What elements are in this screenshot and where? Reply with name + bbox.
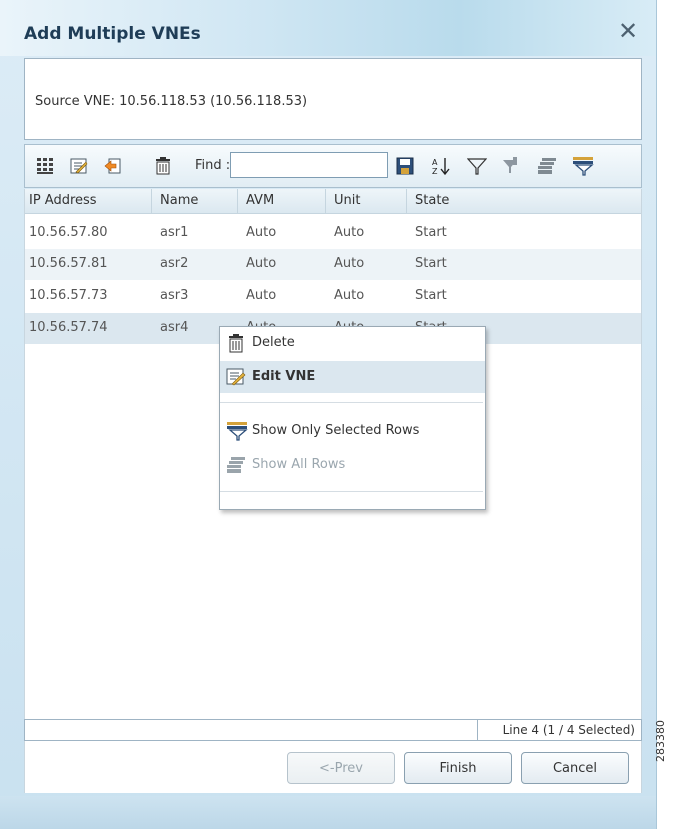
status-bar: Line 4 (1 / 4 Selected) [24,719,642,741]
show-all-rows-icon[interactable] [535,154,559,178]
finish-button[interactable]: Finish [404,752,512,784]
source-vne-label: Source VNE: 10.56.118.53 (10.56.118.53) [35,94,308,109]
cell-unit: Auto [334,288,365,303]
edit-icon[interactable] [67,154,91,178]
dialog-title: Add Multiple VNEs [24,24,201,44]
dialog-footer: <-Prev Finish Cancel [24,741,642,793]
cancel-button[interactable]: Cancel [521,752,629,784]
svg-text:A: A [432,158,438,167]
prev-button[interactable]: <-Prev [287,752,395,784]
cell-ip: 10.56.57.74 [29,320,108,335]
status-divider [477,720,478,740]
filter-clear-icon[interactable] [499,154,523,178]
menu-item-edit-vne[interactable]: Edit VNE [220,361,485,393]
dialog-bottom-border [0,796,656,829]
cell-state: Start [415,288,447,303]
cell-name: asr3 [160,288,189,303]
cell-name: asr2 [160,256,189,271]
column-header-avm[interactable]: AVM [246,193,274,208]
column-divider [406,189,407,213]
cell-ip: 10.56.57.73 [29,288,108,303]
menu-item-label: Delete [252,335,295,350]
edit-icon [226,367,246,387]
menu-item-delete[interactable]: Delete [220,327,485,359]
find-input[interactable] [230,152,388,178]
column-header-state[interactable]: State [415,193,449,208]
table-row[interactable]: 10.56.57.73 asr3 Auto Auto Start [25,281,641,312]
cell-ip: 10.56.57.81 [29,256,108,271]
cell-avm: Auto [246,288,277,303]
column-divider [325,189,326,213]
columns-icon[interactable] [33,154,57,178]
column-divider [151,189,152,213]
sort-az-icon[interactable]: AZ [429,154,453,178]
selection-status: Line 4 (1 / 4 Selected) [502,723,635,737]
menu-separator [220,491,483,492]
context-menu: Delete Edit VNE Show Only Selected Rows … [219,326,486,510]
cell-name: asr4 [160,320,189,335]
toolbar: Find : AZ [24,144,642,188]
cell-unit: Auto [334,225,365,240]
delete-icon[interactable] [151,154,175,178]
close-icon[interactable]: ✕ [618,19,638,43]
filter-selected-icon [226,421,248,441]
cell-ip: 10.56.57.80 [29,225,108,240]
column-header-name[interactable]: Name [160,193,198,208]
cell-state: Start [415,225,447,240]
menu-item-label: Edit VNE [252,369,316,384]
save-icon[interactable] [393,154,417,178]
cell-state: Start [415,256,447,271]
cell-unit: Auto [334,256,365,271]
table-row[interactable]: 10.56.57.80 asr1 Auto Auto Start [25,218,641,249]
svg-text:Z: Z [432,167,438,176]
cell-avm: Auto [246,225,277,240]
column-header-unit[interactable]: Unit [334,193,360,208]
show-selected-rows-icon[interactable] [571,154,595,178]
find-label: Find : [195,158,231,173]
show-all-icon [226,455,246,475]
import-icon[interactable] [101,154,125,178]
column-header-ip[interactable]: IP Address [29,193,97,208]
menu-separator [220,402,483,403]
figure-id: 283380 [654,720,667,762]
table-row[interactable]: 10.56.57.81 asr2 Auto Auto Start [25,249,641,280]
cell-name: asr1 [160,225,189,240]
source-vne-panel: Source VNE: 10.56.118.53 (10.56.118.53) [24,58,642,140]
menu-item-show-all-rows[interactable]: Show All Rows [220,449,485,481]
table-header: IP Address Name AVM Unit State [25,189,641,214]
menu-item-label: Show All Rows [252,457,346,472]
menu-item-show-only-selected-rows[interactable]: Show Only Selected Rows [220,415,485,447]
column-divider [237,189,238,213]
menu-item-label: Show Only Selected Rows [252,423,420,438]
filter-icon[interactable] [465,154,489,178]
trash-icon [226,333,246,353]
cell-avm: Auto [246,256,277,271]
